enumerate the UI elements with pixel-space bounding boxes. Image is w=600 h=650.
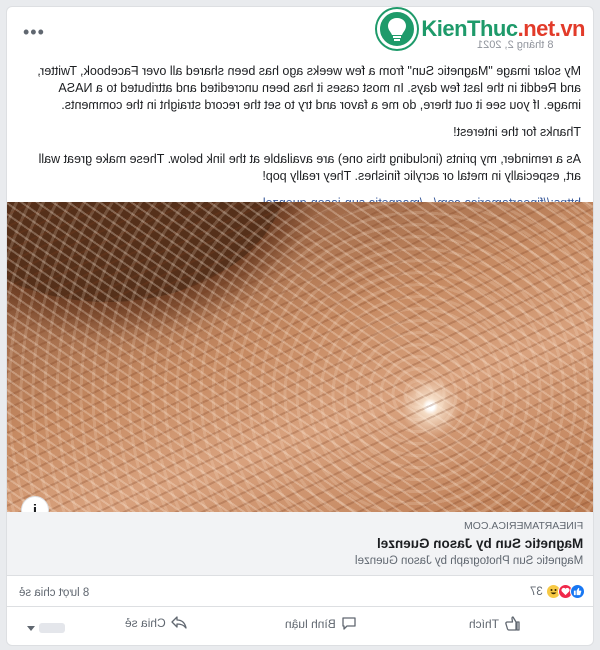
like-button[interactable]: Thích <box>469 616 520 631</box>
post-card: ••• 8 tháng 2, 2021 KienThuc.net.vn My s… <box>6 6 594 646</box>
action-bar: Chia sẻ Bình luận Thích <box>7 612 593 642</box>
post-body: My solar image "Magnetic Sun" from a few… <box>21 63 581 222</box>
solar-texture <box>7 202 593 512</box>
thumbs-up-icon <box>505 616 520 631</box>
post-photo[interactable] <box>7 202 593 512</box>
reaction-summary[interactable]: 37 <box>530 584 585 599</box>
lightbulb-icon <box>377 9 418 49</box>
post-paragraph-1: My solar image "Magnetic Sun" from a few… <box>37 64 581 112</box>
post-paragraph-2: Thanks for the interest! <box>453 125 581 139</box>
audience-avatar <box>39 623 65 633</box>
more-options-button[interactable]: ••• <box>23 23 45 41</box>
kienthuc-logo: KienThuc.net.vn <box>377 9 586 49</box>
share-button[interactable]: Chia sẻ <box>125 616 187 630</box>
link-preview[interactable]: FINEARTAMERICA.COM Magnetic Sun by Jason… <box>7 512 593 576</box>
post-paragraph-3: As a reminder, my prints (including this… <box>38 152 581 183</box>
share-icon <box>171 616 187 629</box>
comment-icon <box>342 617 356 630</box>
chevron-down-icon <box>27 625 35 631</box>
comment-label: Bình luận <box>285 616 336 631</box>
like-icon <box>570 584 585 599</box>
reaction-bar: 8 lượt chia sẻ 37 <box>7 579 593 607</box>
brand-name-dot: .net.vn <box>517 16 586 41</box>
brand-name: KienThuc.net.vn <box>421 16 585 42</box>
reaction-count: 37 <box>530 585 543 598</box>
preview-title: Magnetic Sun by Jason Guenzel <box>376 536 583 551</box>
audience-selector[interactable] <box>27 623 65 633</box>
comment-button[interactable]: Bình luận <box>285 616 357 631</box>
preview-description: Magnetic Sun Photograph by Jason Guenzel <box>354 555 583 567</box>
preview-domain: FINEARTAMERICA.COM <box>463 520 583 532</box>
like-label: Thích <box>469 616 500 631</box>
brand-name-main: KienThuc <box>421 16 518 41</box>
share-label: Chia sẻ <box>125 616 166 630</box>
share-count[interactable]: 8 lượt chia sẻ <box>19 587 89 599</box>
